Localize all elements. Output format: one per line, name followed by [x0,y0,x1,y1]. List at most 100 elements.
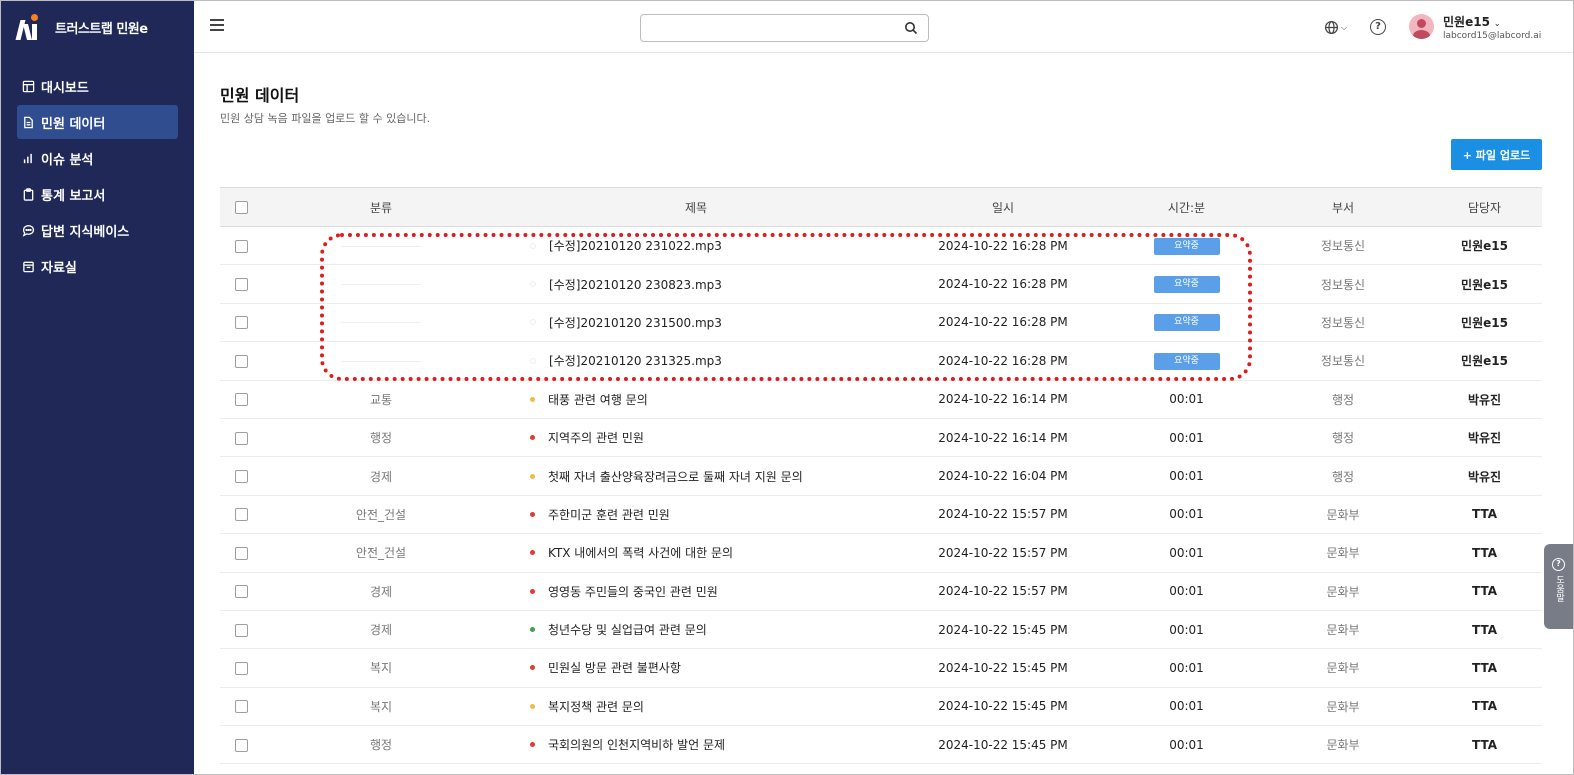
row-checkbox[interactable] [234,700,248,714]
row-title[interactable]: [수정]20210120 230823.mp3 [549,278,722,292]
row-dept: 문화부 [1326,661,1360,676]
row-owner: 박유진 [1467,469,1502,484]
row-title-cell[interactable]: [수정]20210120 231022.mp3 [500,227,892,265]
column-header-title[interactable]: 제목 [500,188,892,227]
row-title-cell[interactable]: 민원실 방문 관련 불편사항 [500,649,892,687]
row-checkbox[interactable] [234,354,248,368]
row-owner: TTA [1471,507,1497,522]
sidebar-item-statistics-report[interactable]: 통계 보고서 [17,177,178,211]
column-header-dept[interactable]: 부서 [1259,188,1427,227]
row-checkbox[interactable] [234,316,248,330]
table-row[interactable]: 경제 영영동 주민들의 중국인 관련 민원 2024-10-22 15:57 PM 0… [220,572,1542,611]
table-row[interactable]: [수정]20210120 231022.mp3 2024-10-22 16:28 … [220,227,1542,265]
table-row[interactable]: [수정]20210120 231500.mp3 2024-10-22 16:28 … [220,303,1542,342]
row-title-cell[interactable]: 복지정책 관련 문의 [500,687,892,725]
row-title[interactable]: 첫째 자녀 출산양육장려금으로 둘째 자녀 지원 문의 [548,470,803,484]
sidebar-item-dashboard[interactable]: 대시보드 [17,69,178,103]
column-header-category[interactable]: 분류 [262,188,500,227]
row-checkbox[interactable] [234,508,248,522]
row-title[interactable]: 복지정책 관련 문의 [548,700,644,714]
user-menu[interactable]: 민원e15 ⌄ [1443,13,1501,30]
row-category: 안전_건설 [355,546,407,561]
row-title-cell[interactable]: [수정]20210120 231325.mp3 [500,342,892,380]
sidebar-item-archive[interactable]: 자료실 [17,249,178,283]
column-header-owner[interactable]: 담당자 [1427,188,1542,227]
table-row[interactable]: [수정]20210120 230823.mp3 2024-10-22 16:28 … [220,265,1542,304]
avatar[interactable] [1409,14,1434,39]
row-checkbox[interactable] [234,661,248,675]
row-duration: 요약중 [1114,342,1259,380]
table-row[interactable]: 행정 지역주의 관련 민원 2024-10-22 16:14 PM 00:01 행정 박유… [220,418,1542,457]
hamburger-menu-icon[interactable] [210,19,224,33]
brand[interactable]: 트러스트랩 민원e [1,1,194,53]
row-title[interactable]: 민원실 방문 관련 불편사항 [548,661,681,675]
select-all-checkbox[interactable] [234,201,248,214]
column-header-duration[interactable]: 시간:분 [1114,188,1259,227]
language-selector[interactable]: ⌵ [1324,20,1347,35]
row-checkbox[interactable] [234,585,248,599]
table-row[interactable]: [수정]20210120 231325.mp3 2024-10-22 16:28 … [220,342,1542,381]
help-side-tab[interactable]: ? 도움말 [1544,544,1573,629]
row-checkbox[interactable] [234,470,248,484]
priority-dot-icon [530,319,536,326]
summarizing-badge: 요약중 [1153,276,1220,294]
row-title-cell[interactable]: 지역주의 관련 민원 [500,418,892,456]
row-owner: 박유진 [1467,392,1502,407]
row-checkbox[interactable] [234,738,248,752]
row-title-cell[interactable]: 첫째 자녀 출산양육장려금으로 둘째 자녀 지원 문의 [500,457,892,495]
row-datetime: 2024-10-22 15:45 PM [938,699,1068,714]
summarizing-badge: 요약중 [1153,237,1220,255]
row-title-cell[interactable]: [수정]20210120 231500.mp3 [500,303,892,341]
row-title-cell[interactable]: 국회의원의 인천지역비하 발언 문제 [500,726,892,764]
row-checkbox[interactable] [234,623,248,637]
row-title[interactable]: 주한미군 훈련 관련 민원 [548,508,670,522]
search-input[interactable] [641,15,891,41]
row-datetime: 2024-10-22 15:57 PM [938,584,1068,599]
row-title[interactable]: 국회의원의 인천지역비하 발언 문제 [548,738,725,752]
row-title-cell[interactable]: 영영동 주민들의 중국인 관련 민원 [500,572,892,610]
row-dept: 행정 [1331,469,1355,484]
help-icon[interactable]: ? [1370,19,1386,35]
row-title[interactable]: 지역주의 관련 민원 [548,431,644,445]
row-title[interactable]: [수정]20210120 231022.mp3 [549,239,722,253]
table-row[interactable]: 복지 복지정책 관련 문의 2024-10-22 15:45 PM 00:01 문화부 T… [220,687,1542,726]
row-title[interactable]: 태풍 관련 여행 문의 [548,393,648,407]
row-title[interactable]: [수정]20210120 231325.mp3 [549,354,722,368]
table-row[interactable]: 안전_건설 KTX 내에서의 폭력 사건에 대한 문의 2024-10-22 15:… [220,534,1542,573]
file-upload-button[interactable]: + 파일 업로드 [1451,139,1542,170]
table-row[interactable]: 교통 태풍 관련 여행 문의 2024-10-22 16:14 PM 00:01 행정 박… [220,380,1542,419]
row-checkbox[interactable] [234,546,248,560]
row-title-cell[interactable]: [수정]20210120 230823.mp3 [500,265,892,303]
row-checkbox[interactable] [234,239,248,253]
row-category: 교통 [369,392,393,407]
table-row[interactable]: 경제 첫째 자녀 출산양육장려금으로 둘째 자녀 지원 문의 2024-10-22 … [220,457,1542,496]
row-checkbox[interactable] [234,278,248,292]
table-row[interactable]: 안전_건설 주한미군 훈련 관련 민원 2024-10-22 15:57 PM 00:… [220,495,1542,534]
search-icon[interactable] [904,21,918,35]
sidebar-item-answer-knowledge-base[interactable]: 답변 지식베이스 [17,213,178,247]
row-category [262,342,500,380]
column-header-datetime[interactable]: 일시 [892,188,1114,227]
row-title-cell[interactable]: 주한미군 훈련 관련 민원 [500,495,892,533]
page-title: 민원 데이터 [220,86,300,105]
row-title[interactable]: KTX 내에서의 폭력 사건에 대한 문의 [548,546,733,560]
sidebar-item-complaint-data[interactable]: 민원 데이터 [17,105,178,139]
row-title-cell[interactable]: KTX 내에서의 폭력 사건에 대한 문의 [500,534,892,572]
row-datetime: 2024-10-22 16:14 PM [938,392,1068,407]
row-category: 복지 [369,699,393,714]
row-duration: 00:01 [1169,430,1204,445]
row-title[interactable]: 영영동 주민들의 중국인 관련 민원 [548,585,718,599]
brand-name: 트러스트랩 민원e [55,21,148,37]
row-title-cell[interactable]: 청년수당 및 실업급여 관련 문의 [500,610,892,648]
priority-dot-icon [530,435,535,441]
sidebar-item-issue-analysis[interactable]: 이슈 분석 [17,141,178,175]
row-checkbox[interactable] [234,431,248,445]
row-owner: 박유진 [1467,431,1502,446]
row-title-cell[interactable]: 태풍 관련 여행 문의 [500,380,892,418]
row-checkbox[interactable] [234,393,248,407]
table-row[interactable]: 복지 민원실 방문 관련 불편사항 2024-10-22 15:45 PM 00:01… [220,649,1542,688]
row-title[interactable]: 청년수당 및 실업급여 관련 문의 [548,623,707,637]
table-row[interactable]: 행정 국회의원의 인천지역비하 발언 문제 2024-10-22 15:45 PM 0… [220,726,1542,764]
row-title[interactable]: [수정]20210120 231500.mp3 [549,316,722,330]
table-row[interactable]: 경제 청년수당 및 실업급여 관련 문의 2024-10-22 15:45 PM 00… [220,610,1542,649]
